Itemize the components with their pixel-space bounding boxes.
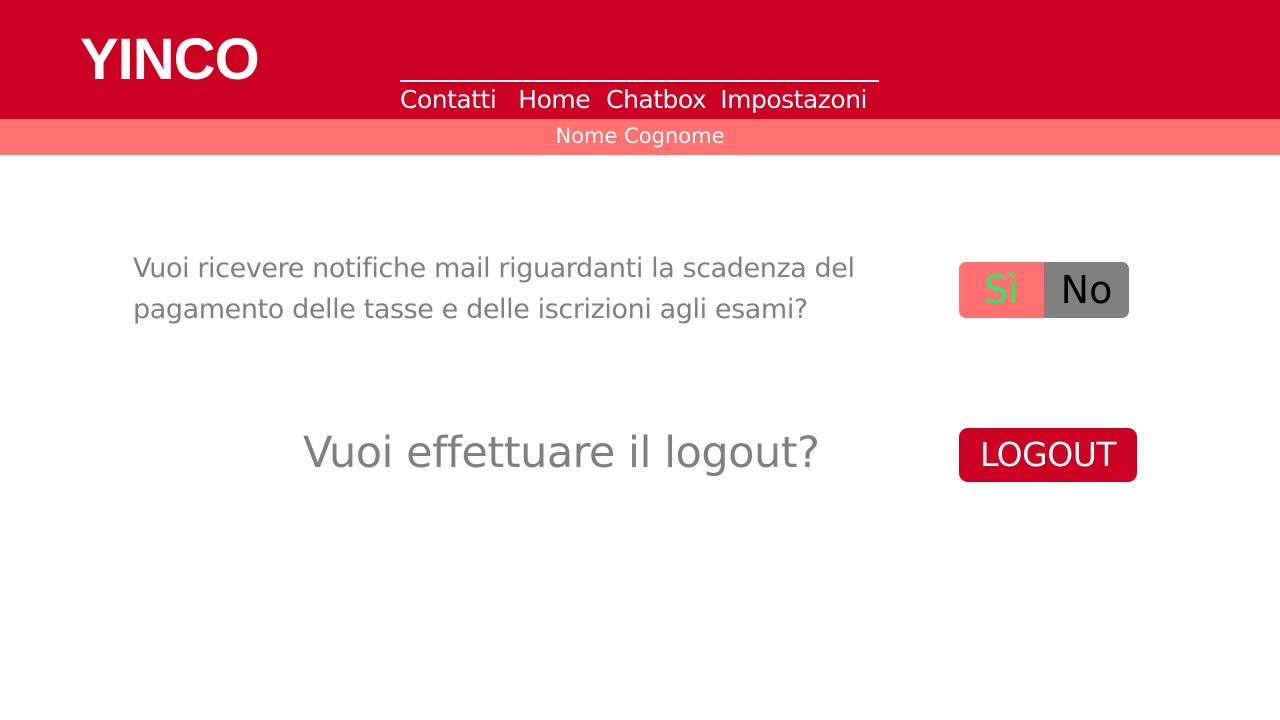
nav-item-chatbox[interactable]: Chatbox [606, 82, 707, 118]
logout-question: Vuoi effettuare il logout? [303, 428, 820, 478]
app-logo[interactable]: YINCO [80, 24, 260, 96]
notifications-toggle[interactable]: Sì No [959, 262, 1129, 318]
user-name-bar: Nome Cognome [0, 119, 1280, 155]
notifications-question: Vuoi ricevere notifiche mail riguardanti… [133, 253, 855, 325]
nav-item-impostazioni[interactable]: Impostazoni [720, 82, 867, 118]
nav-item-home[interactable]: Home [518, 82, 590, 118]
toggle-yes-option[interactable]: Sì [959, 262, 1044, 318]
logout-button[interactable]: LOGOUT [959, 428, 1137, 482]
toggle-no-option[interactable]: No [1044, 262, 1129, 318]
nav-item-contatti[interactable]: Contatti [400, 82, 497, 118]
main-nav: Contatti Home Chatbox Impostazoni [400, 82, 867, 118]
user-name: Nome Cognome [555, 124, 725, 148]
header-bar: YINCO Contatti Home Chatbox Impostazoni [0, 0, 1280, 119]
